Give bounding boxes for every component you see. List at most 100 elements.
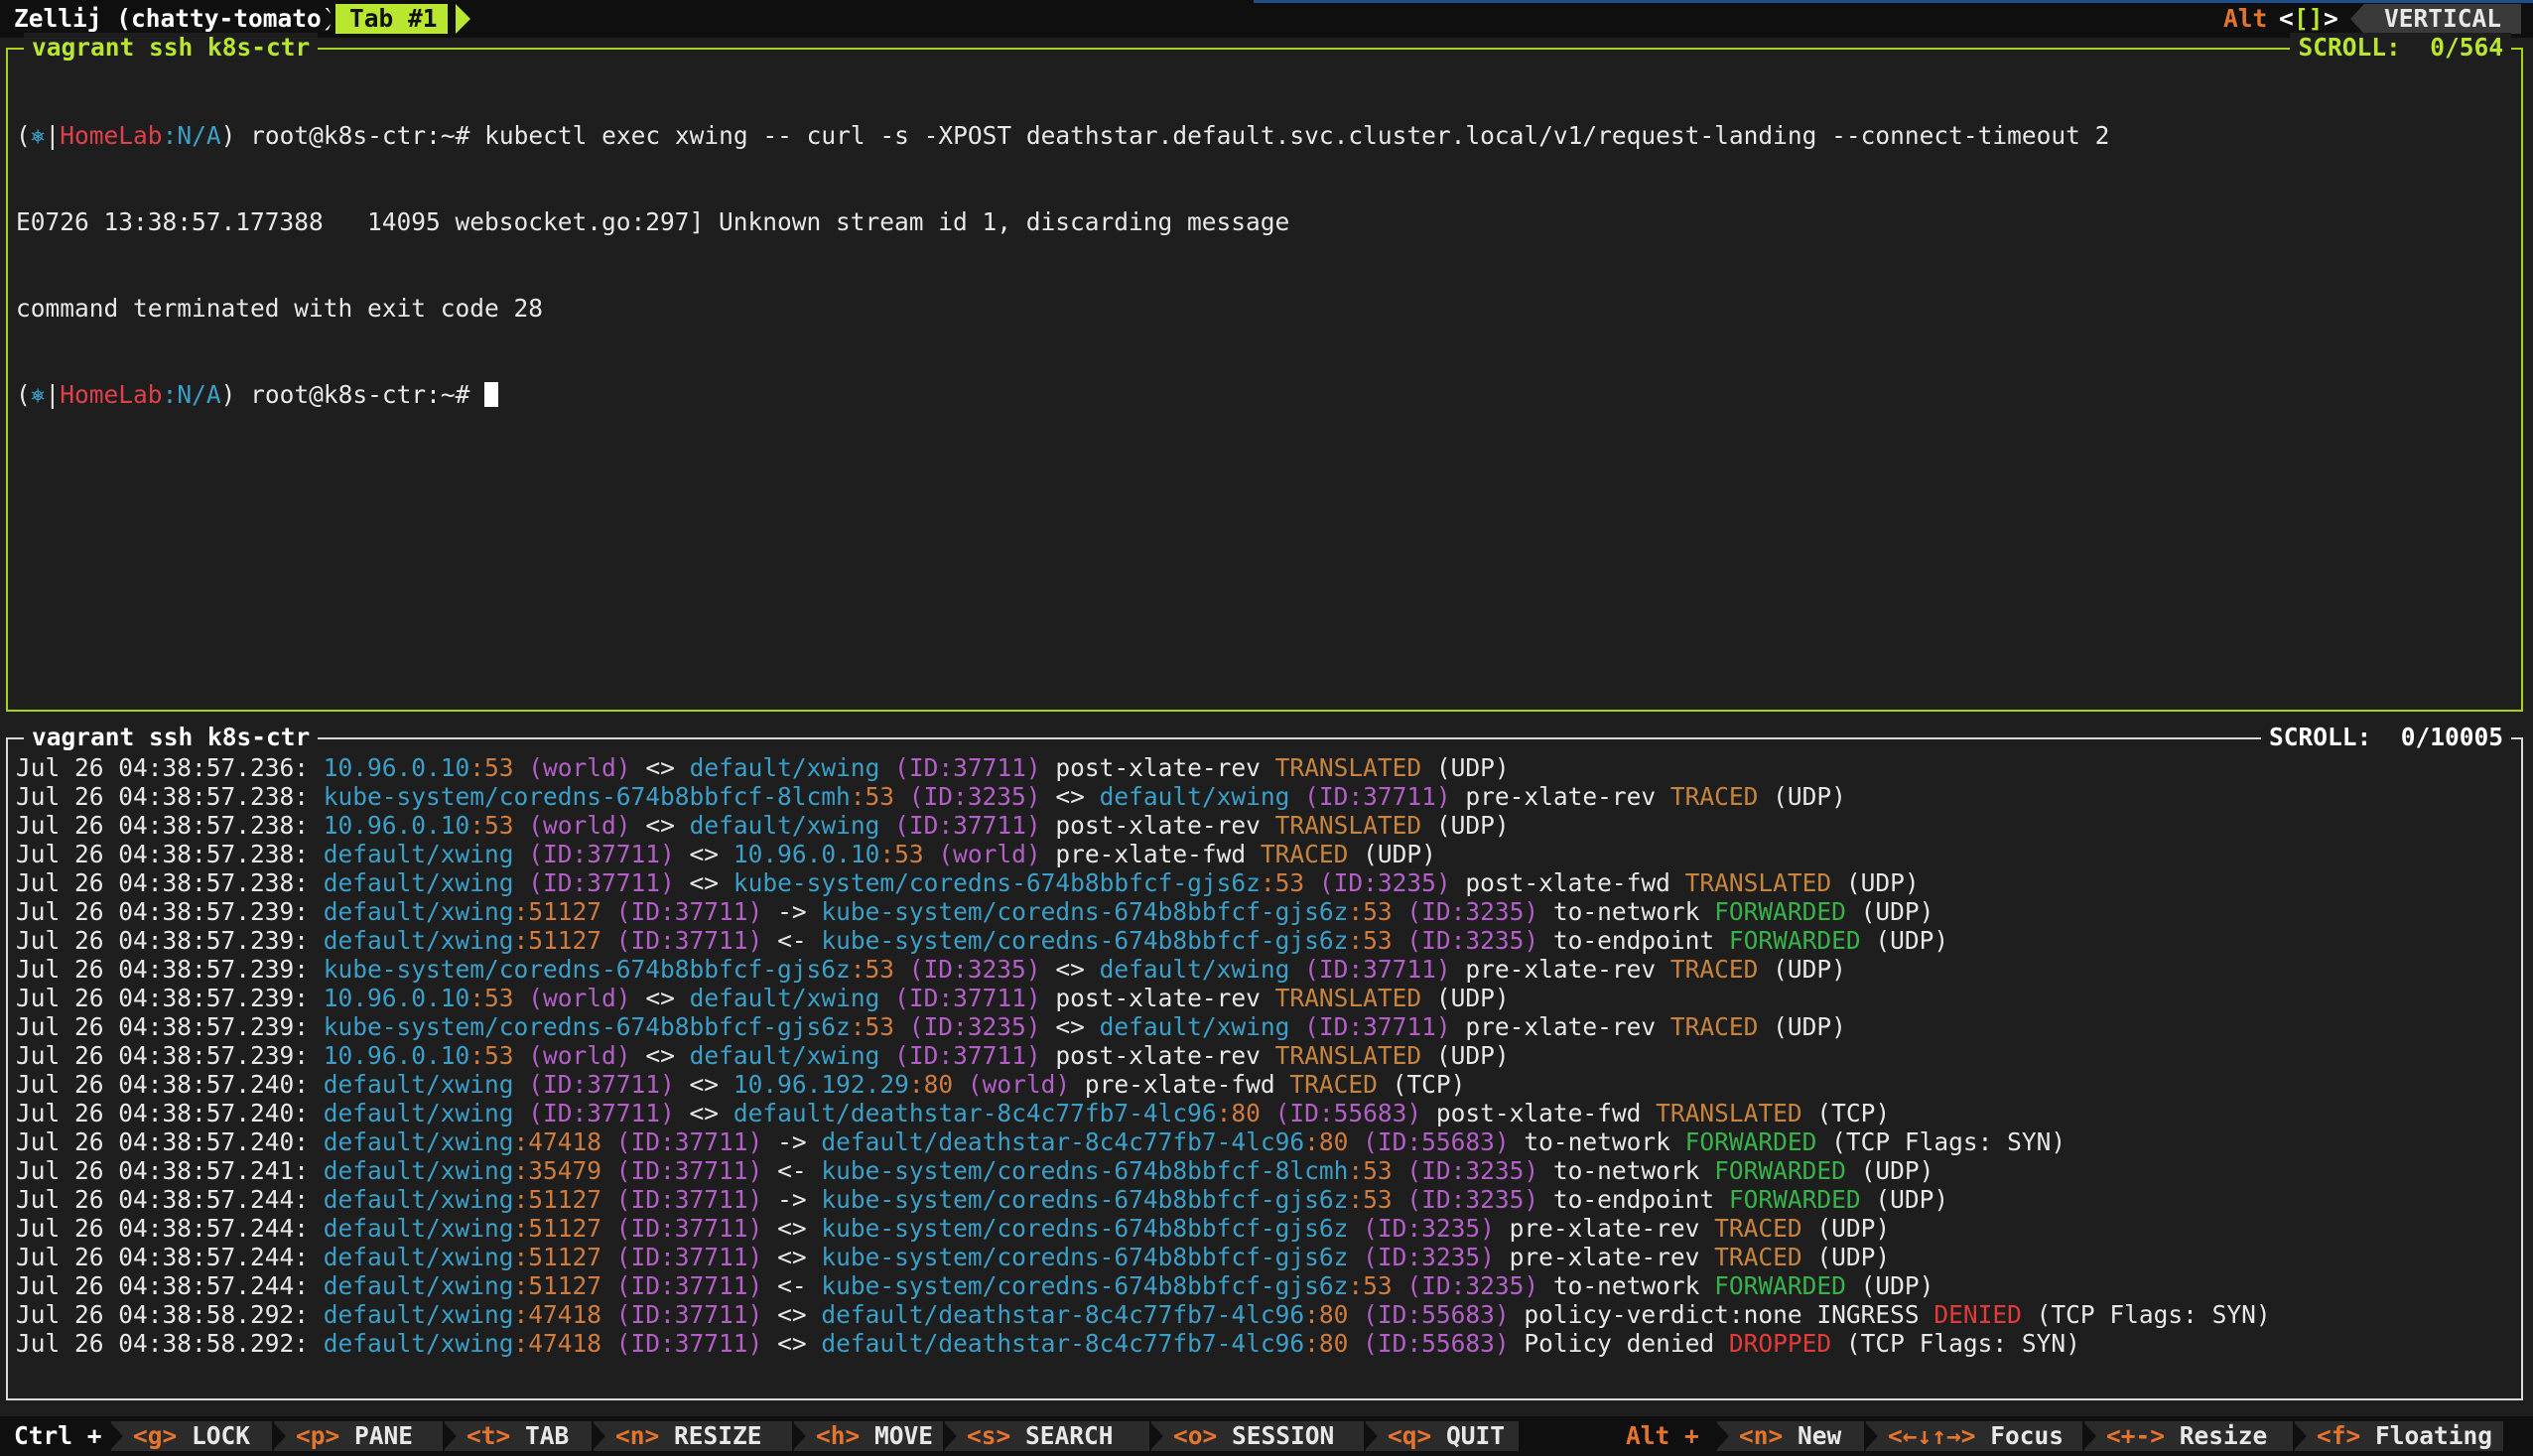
key-action-label: Floating [2360, 1421, 2493, 1450]
log-text: <> [762, 1300, 822, 1329]
endpoint-name: default/xwing [323, 926, 514, 955]
port-number: :80 [1304, 1329, 1349, 1358]
log-line: Jul 26 04:38:57.238: default/xwing (ID:3… [16, 868, 2513, 897]
identity-label: (ID:3235) [1392, 1185, 1539, 1214]
tab-1[interactable]: Tab #1 [335, 4, 448, 34]
endpoint-name: kube-system/coredns-674b8bbfcf-gjs6z [821, 1185, 1349, 1214]
identity-label: (ID:37711) [1289, 782, 1451, 811]
identity-label: (ID:37711) [601, 1243, 763, 1271]
keybinding-new[interactable]: <n> New [1717, 1421, 1864, 1451]
log-line: Jul 26 04:38:58.292: default/xwing:47418… [16, 1329, 2513, 1358]
log-text: (TCP Flags: SYN) [2021, 1300, 2271, 1329]
pane-title: vagrant ssh k8s-ctr [24, 33, 319, 63]
layout-mode-badge[interactable]: VERTICAL [2364, 4, 2522, 34]
endpoint-name: default/xwing [323, 1156, 514, 1185]
key-hint: <q> [1388, 1421, 1432, 1450]
keybinding-search[interactable]: <s> SEARCH [945, 1421, 1149, 1451]
port-number: :80 [1216, 1099, 1261, 1127]
keybinding-lock[interactable]: <g> LOCK [111, 1421, 272, 1451]
keybinding-focus[interactable]: <←↓↑→> Focus [1866, 1421, 2082, 1451]
key-action-label: Focus [1975, 1421, 2065, 1450]
keybinding-move[interactable]: <h> MOVE [794, 1421, 943, 1451]
tab-separator-icon [322, 4, 335, 34]
log-text: Jul 26 04:38:57.239: [16, 897, 324, 926]
endpoint-name: default/xwing [323, 1070, 514, 1099]
log-text: (UDP) [1421, 753, 1510, 782]
keybinding-resize[interactable]: <+-> Resize [2084, 1421, 2293, 1451]
ctrl-modifier-label: Ctrl + [14, 1421, 102, 1450]
key-separator-icon [2082, 1421, 2096, 1451]
keybinding-resize[interactable]: <n> RESIZE [594, 1421, 792, 1451]
log-line: Jul 26 04:38:57.244: default/xwing:51127… [16, 1214, 2513, 1243]
endpoint-name: kube-system/coredns-674b8bbfcf-gjs6z [821, 1214, 1349, 1243]
key-separator-icon [792, 1421, 806, 1451]
key-hint: <←↓↑→> [1888, 1421, 1976, 1450]
log-line: Jul 26 04:38:57.236: 10.96.0.10:53 (worl… [16, 753, 2513, 782]
log-text: (UDP) [1831, 868, 1920, 897]
identity-label: (ID:37711) [879, 753, 1041, 782]
key-hint: <g> [133, 1421, 178, 1450]
terminal-pane-top[interactable]: vagrant ssh k8s-ctr SCROLL: 0/564 (⎈|Hom… [6, 33, 2523, 712]
keybinding-pane[interactable]: <p> PANE [274, 1421, 443, 1451]
key-action-label: TAB [510, 1421, 570, 1450]
endpoint-name: default/xwing [323, 1099, 514, 1127]
log-text: <- [762, 1271, 822, 1300]
key-hint: <s> [967, 1421, 1011, 1450]
world-label: (world) [513, 1041, 631, 1070]
log-text: <> [1040, 955, 1100, 984]
log-line: Jul 26 04:38:57.244: default/xwing:51127… [16, 1185, 2513, 1214]
log-text: (TCP) [1801, 1099, 1891, 1127]
identity-label: (ID:37711) [601, 1300, 763, 1329]
keybinding-quit[interactable]: <q> QUIT [1366, 1421, 1519, 1451]
keybinding-session[interactable]: <o> SESSION [1151, 1421, 1364, 1451]
text-cursor[interactable] [484, 382, 499, 407]
log-line: Jul 26 04:38:57.238: 10.96.0.10:53 (worl… [16, 811, 2513, 840]
verdict-denied: DENIED [1933, 1300, 2022, 1329]
log-text: pre-xlate-fwd [1040, 840, 1261, 868]
port-number: :51127 [513, 1185, 602, 1214]
identity-label: (ID:37711) [1289, 955, 1451, 984]
verdict-forwarded: FORWARDED [1728, 1185, 1861, 1214]
log-text: Jul 26 04:38:57.236: [16, 753, 324, 782]
keybinding-floating[interactable]: <f> Floating [2295, 1421, 2503, 1451]
identity-label: (ID:55683) [1348, 1329, 1510, 1358]
port-number: :53 [1348, 1185, 1393, 1214]
log-line: Jul 26 04:38:57.241: default/xwing:35479… [16, 1156, 2513, 1185]
log-text: (TCP) [1377, 1070, 1466, 1099]
world-label: (world) [513, 811, 631, 840]
swap-layout-icon[interactable]: [] [2294, 4, 2324, 34]
port-number: :51127 [513, 897, 602, 926]
endpoint-name: 10.96.0.10 [323, 811, 470, 840]
keybinding-tab[interactable]: <t> TAB [445, 1421, 592, 1451]
port-number: :53 [1348, 926, 1393, 955]
log-text: (TCP Flags: SYN) [1831, 1329, 2080, 1358]
endpoint-name: default/xwing [1099, 1012, 1290, 1041]
identity-label: (ID:3235) [1392, 1271, 1539, 1300]
port-number: :53 [850, 955, 895, 984]
endpoint-name: 10.96.0.10 [323, 753, 470, 782]
log-text: <> [674, 1070, 733, 1099]
log-line: Jul 26 04:38:57.238: kube-system/coredns… [16, 782, 2513, 811]
endpoint-name: kube-system/coredns-674b8bbfcf-gjs6z [821, 1271, 1349, 1300]
log-text: Jul 26 04:38:57.238: [16, 811, 324, 840]
verdict-forwarded: FORWARDED [1714, 1271, 1846, 1300]
terminal-pane-bottom[interactable]: vagrant ssh k8s-ctr SCROLL: 0/10005 Jul … [6, 723, 2523, 1400]
log-text: <> [630, 753, 690, 782]
log-text: (UDP) [1758, 955, 1846, 984]
log-text: (UDP) [1845, 897, 1934, 926]
endpoint-name: kube-system/coredns-674b8bbfcf-gjs6z [323, 1012, 851, 1041]
port-number: :53 [879, 840, 924, 868]
verdict-label: TRANSLATED [1274, 811, 1422, 840]
log-text: <> [762, 1329, 822, 1358]
log-text: (UDP) [1421, 811, 1510, 840]
key-action-label: Resize [2165, 1421, 2268, 1450]
key-separator-icon [1715, 1421, 1729, 1451]
port-number: :53 [1348, 1271, 1393, 1300]
key-separator-icon [109, 1421, 123, 1451]
key-action-label: SEARCH [1010, 1421, 1114, 1450]
log-line: Jul 26 04:38:57.240: default/xwing (ID:3… [16, 1099, 2513, 1127]
command-text: kubectl exec xwing -- curl -s -XPOST dea… [484, 121, 2110, 150]
log-text: Jul 26 04:38:57.244: [16, 1271, 324, 1300]
endpoint-name: default/xwing [323, 1127, 514, 1156]
kubernetes-icon: ⎈ [30, 121, 46, 150]
